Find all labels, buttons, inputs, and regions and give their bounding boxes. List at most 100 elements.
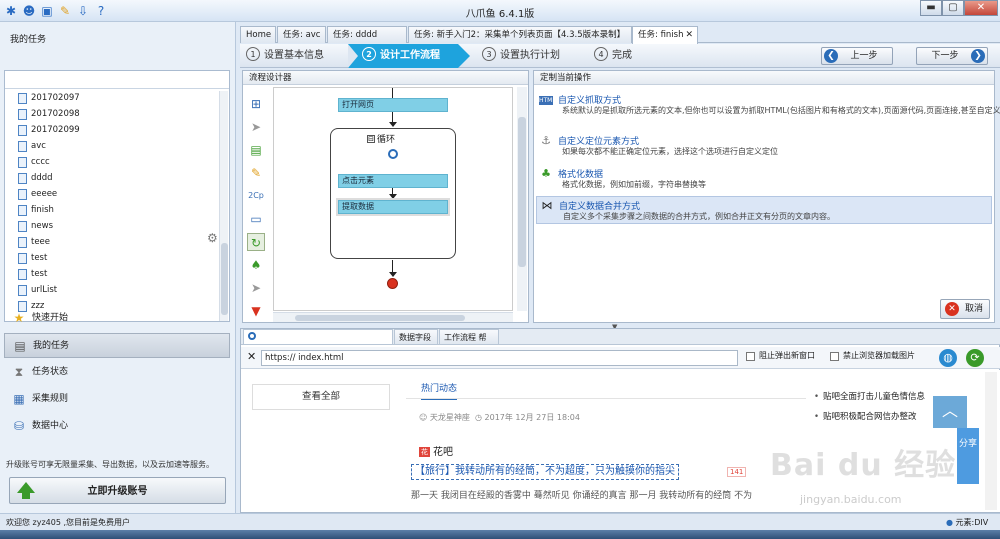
globe-icon[interactable]: ◍ xyxy=(939,349,957,367)
op-format-data[interactable]: ♣ 格式化数据 格式化数据，例如加前缀，字符串替换等 xyxy=(536,165,992,193)
document-icon xyxy=(18,237,27,248)
maximize-button[interactable]: ▢ xyxy=(942,0,964,16)
element-status: ● 元素:DIV xyxy=(946,518,989,527)
view-all-button[interactable]: 查看全部 xyxy=(252,384,390,410)
refresh-icon[interactable]: ⟳ xyxy=(966,349,984,367)
step-design-workflow[interactable]: 2 设计工作流程 xyxy=(348,44,458,68)
arrow-left-icon: ❮ xyxy=(824,49,838,63)
watermark-logo: Bai du 经验 xyxy=(770,448,957,483)
tab-dddd[interactable]: 任务: dddd xyxy=(327,26,407,43)
url-input[interactable]: https:// index.html xyxy=(261,350,738,366)
collapse-toggle[interactable]: ⊟ xyxy=(367,135,375,143)
post-title-link[interactable]: 【旅行】我转动所有的经筒，不为超度，只为触摸你的指尖 xyxy=(411,464,679,480)
captcha-icon[interactable]: 2Cp xyxy=(247,187,265,205)
window-title: 八爪鱼 6.4.1版 xyxy=(465,9,535,20)
input-icon[interactable]: ✎ xyxy=(247,164,265,182)
tab-workflow-help[interactable]: 工作流程 帮助 xyxy=(439,329,499,357)
side-link[interactable]: 贴吧积极配合网信办整改 xyxy=(814,410,917,422)
document-icon xyxy=(18,269,27,280)
op-custom-locate[interactable]: ⚓ 自定义定位元素方式 如果每次都不能正确定位元素，选择这个选项进行自定义定位 xyxy=(536,132,992,160)
task-search-input[interactable] xyxy=(5,71,229,89)
designer-h-scrollbar[interactable] xyxy=(273,312,513,322)
tab-newbie[interactable]: 任务: 新手入门2：采集单个列表页面【4.3.5版本录制】 xyxy=(408,26,632,43)
gear-icon[interactable]: ⚙ xyxy=(207,231,218,245)
loop-icon xyxy=(388,149,398,159)
stop-icon[interactable]: ✕ xyxy=(247,350,256,363)
block-popup-checkbox[interactable] xyxy=(746,352,755,361)
document-icon xyxy=(18,93,27,104)
clock-icon: ◷ xyxy=(474,413,482,422)
tab-data-fields[interactable]: 数据字段 xyxy=(394,329,438,345)
branch-icon[interactable]: ♠ xyxy=(247,256,265,274)
upgrade-button[interactable]: 立即升级账号 xyxy=(9,477,226,504)
designer-toolbar: ⊞ ➤ ▤ ✎ 2Cp ▭ ↻ ♠ ➤ ▼ xyxy=(245,87,267,322)
scrollbar-thumb[interactable] xyxy=(221,243,228,315)
close-button[interactable]: ✕ xyxy=(964,0,998,16)
node-open-page[interactable]: 打开网页 xyxy=(338,98,448,112)
document-icon xyxy=(18,221,27,232)
chat-icon: ● xyxy=(946,518,953,527)
minimize-button[interactable]: ▬ xyxy=(920,0,942,16)
tab-home[interactable]: Home xyxy=(240,26,276,43)
tab-avc[interactable]: 任务: avc xyxy=(277,26,326,43)
close-icon[interactable]: ✕ xyxy=(685,27,693,43)
tab-finish[interactable]: 任务: finish ✕ xyxy=(632,26,698,44)
nav-rules[interactable]: ▦ 采集规则 xyxy=(4,387,230,412)
workflow-canvas[interactable]: 打开网页 ⊟ 循环 点击元素 提取数据 xyxy=(273,87,513,311)
nav-data-center[interactable]: ⛁ 数据中心 xyxy=(4,414,230,439)
my-tasks-heading: 我的任务 xyxy=(10,35,47,45)
scroll-top-button[interactable]: ︿ xyxy=(933,396,967,428)
list-item[interactable]: dddd xyxy=(18,171,53,186)
step-basic-info[interactable]: 1 设置基本信息 xyxy=(246,44,346,68)
browser-tabs: 数据字段 工作流程 帮助 xyxy=(241,329,1000,357)
list-item[interactable]: finish xyxy=(18,203,54,218)
share-button[interactable]: 分享 xyxy=(957,428,979,484)
next-step-button[interactable]: 下一步 ❯ xyxy=(916,47,988,65)
title-bar: ✱ ☻ ▣ ✎ ⇩ ? 八爪鱼 6.4.1版 ▬ ▢ ✕ xyxy=(0,0,1000,22)
task-list-scrollbar[interactable] xyxy=(219,91,228,321)
task-list-icon: ▤ xyxy=(14,339,26,353)
prev-step-button[interactable]: ❮ 上一步 xyxy=(821,47,893,65)
node-click-element[interactable]: 点击元素 xyxy=(338,174,448,188)
add-step-icon[interactable]: ⊞ xyxy=(247,95,265,113)
list-item[interactable]: 201702099 xyxy=(18,123,80,138)
list-item[interactable]: test xyxy=(18,267,47,282)
nav-my-tasks[interactable]: ▤ 我的任务 xyxy=(4,333,230,358)
user-icon: ☺ xyxy=(419,413,428,422)
designer-v-scrollbar[interactable] xyxy=(517,87,527,311)
post-snippet: 那一天 我闭目在经殿的香雾中 蓦然听见 你诵经的真言 那一月 我转动所有的经筒 … xyxy=(411,491,753,501)
side-link[interactable]: 贴吧全面打击儿童色情信息 xyxy=(814,390,925,402)
mouse-over-icon[interactable]: ➤ xyxy=(247,279,265,297)
tab-browser-page[interactable] xyxy=(243,329,393,345)
list-item[interactable]: teee xyxy=(18,235,50,250)
list-item[interactable]: test xyxy=(18,251,47,266)
block-images-checkbox[interactable] xyxy=(830,352,839,361)
pointer-icon[interactable]: ➤ xyxy=(247,118,265,136)
hourglass-icon: ⧗ xyxy=(14,365,24,379)
page-scrollbar[interactable] xyxy=(985,372,997,510)
anchor-icon: ⚓ xyxy=(541,134,551,147)
loop-icon[interactable]: ↻ xyxy=(247,233,265,251)
cancel-button[interactable]: ✕ 取消 xyxy=(940,299,990,319)
list-item[interactable]: 201702098 xyxy=(18,107,80,122)
block-popup-label: 阻止弹出新窗口 xyxy=(759,351,815,360)
list-item[interactable]: avc xyxy=(18,139,46,154)
list-item[interactable]: news xyxy=(18,219,53,234)
nav-quick-start[interactable]: ★ 快速开始 xyxy=(4,306,230,331)
format-icon: ♣ xyxy=(541,167,551,180)
extract-icon[interactable]: ▤ xyxy=(247,141,265,159)
switch-dropdown-icon[interactable]: ▭ xyxy=(247,210,265,228)
list-item[interactable]: cccc xyxy=(18,155,50,170)
node-extract-data[interactable]: 提取数据 xyxy=(336,198,450,216)
op-custom-extract[interactable]: HTML 自定义抓取方式 系统默认的是抓取所选元素的文本,但你也可以设置为抓取H… xyxy=(536,91,1000,119)
nav-task-status[interactable]: ⧗ 任务状态 xyxy=(4,360,230,385)
list-item[interactable]: eeeee xyxy=(18,187,57,202)
list-item[interactable]: 201702097 xyxy=(18,91,80,106)
op-merge-data[interactable]: ⋈ 自定义数据合并方式 自定义多个采集步骤之间数据的合并方式，例如合并正文有分页… xyxy=(536,196,992,224)
step-schedule[interactable]: 3 设置执行计划 xyxy=(482,44,582,68)
forum-name[interactable]: 花花吧 xyxy=(419,443,453,458)
end-loop-icon[interactable]: ▼ xyxy=(247,302,265,320)
step-finish[interactable]: 4 完成 xyxy=(594,44,654,68)
operations-panel: 定制当前操作 HTML 自定义抓取方式 系统默认的是抓取所选元素的文本,但你也可… xyxy=(533,70,1000,323)
list-item[interactable]: urlList xyxy=(18,283,57,298)
